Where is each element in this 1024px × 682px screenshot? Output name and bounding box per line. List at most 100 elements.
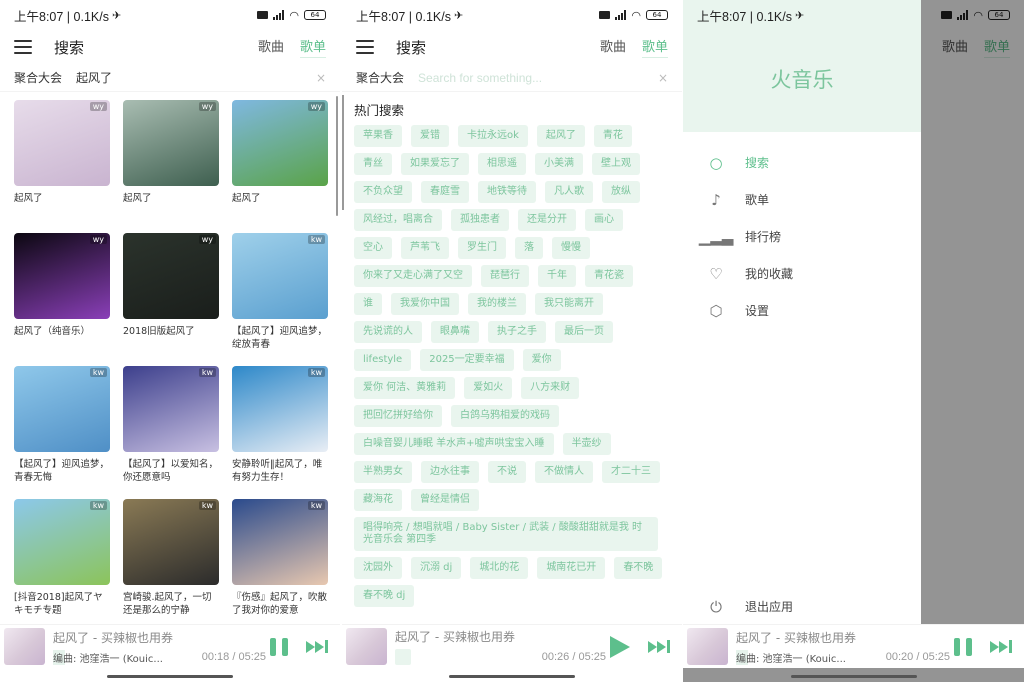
playlist-card[interactable]: wy 2018旧版起风了 [123,233,219,366]
hot-search-tag[interactable]: 2025一定要幸福 [420,349,514,371]
hot-search-tag[interactable]: 半熟男女 [354,461,412,483]
hot-search-tag[interactable]: 凡人歌 [545,181,593,203]
playlist-cover[interactable]: kw [232,499,328,585]
hot-search-tag[interactable]: 曾经是情侣 [411,489,479,511]
hot-search-tag[interactable]: 谁 [354,293,382,315]
playlist-cover[interactable]: wy [232,100,328,186]
playlist-card[interactable]: kw 【起风了】以爱知名，你还愿意吗 [123,366,219,499]
playlist-card[interactable]: kw 【起风了】迎风追梦，绽放青春 [232,233,328,366]
source-selector[interactable]: 聚合大会 [356,69,404,86]
hot-search-tag[interactable]: lifestyle [354,349,412,371]
clear-icon[interactable]: × [316,71,326,85]
hot-search-tag[interactable]: 如果爱忘了 [401,153,469,175]
hot-search-tag[interactable]: 不说 [488,461,526,483]
hot-search-tag[interactable]: 把回忆拼好给你 [354,405,442,427]
scrollbar[interactable] [342,95,344,210]
playlist-card[interactable]: wy 起风了 [123,100,219,233]
hot-search-tag[interactable]: 先说谎的人 [354,321,422,343]
hot-search-tag[interactable]: 城北的花 [470,557,529,579]
hot-search-tag[interactable]: 苹果香 [354,125,402,147]
playlist-card[interactable]: kw 宫崎骏.起风了，一切还是那么的宁静 [123,499,219,632]
scrollbar[interactable] [336,96,338,216]
tab-songs[interactable]: 歌曲 [600,36,626,58]
hot-search-tag[interactable]: 青花瓷 [585,265,633,287]
playlist-card[interactable]: kw 安静聆听‖起风了，唯有努力生存！ [232,366,328,499]
hot-search-tag[interactable]: 起风了 [536,125,585,147]
hot-search-tag[interactable]: 壁上观 [592,153,640,175]
drawer-item-exit[interactable]: ⏻ 退出应用 [683,588,793,625]
next-track-icon[interactable] [990,640,1012,653]
hot-search-tag[interactable]: 空心 [354,237,392,259]
hot-search-tag[interactable]: 沉溺 dj [411,557,462,579]
hot-search-tag[interactable]: 春不晚 dj [354,585,415,607]
hot-search-tag[interactable]: 我只能离开 [535,293,603,315]
hot-search-tag[interactable]: 春庭雪 [421,181,469,203]
hot-search-tag[interactable]: 才二十三 [602,461,660,483]
mini-player[interactable]: 起风了 - 买辣椒也用券 编曲: 池窪浩一 (Kouic... 00:18 / 0… [0,624,340,668]
hot-search-tag[interactable]: 琵琶行 [481,265,529,287]
hot-search-tag[interactable]: 千年 [538,265,576,287]
playlist-cover[interactable]: wy [123,233,219,319]
playlist-cover[interactable]: wy [123,100,219,186]
hot-search-tag[interactable]: 放纵 [602,181,640,203]
menu-icon[interactable] [356,40,374,54]
playlist-cover[interactable]: kw [14,366,110,452]
menu-icon[interactable] [14,40,32,54]
hot-search-tag[interactable]: 画心 [585,209,623,231]
playlist-card[interactable]: kw 【起风了】迎风追梦，青春无悔 [14,366,110,499]
playlist-card[interactable]: kw [抖音2018]起风了ヤキモチ专题 [14,499,110,632]
hot-search-tag[interactable]: 青花 [593,125,632,147]
hot-search-tag[interactable]: 眼鼻嘴 [431,321,479,343]
playlist-cover[interactable]: wy [14,100,110,186]
playlist-cover[interactable]: kw [14,499,110,585]
clear-icon[interactable]: × [658,71,668,85]
hot-search-tag[interactable]: 我的楼兰 [468,293,526,315]
hot-search-tag[interactable]: 不做情人 [535,461,593,483]
hot-search-tag[interactable]: 爱你 何洁、黄雅莉 [354,377,456,399]
search-input[interactable] [76,70,316,85]
search-input[interactable] [418,70,658,85]
hot-search-tag[interactable]: 地铁等待 [478,181,536,203]
hot-search-tag[interactable]: 卡拉永远ok [458,125,528,147]
hot-search-tag[interactable]: 八方来财 [521,377,580,399]
hot-search-tag[interactable]: 白鸽乌鸦相爱的戏码 [451,405,559,427]
playlist-card[interactable]: wy 起风了（纯音乐） [14,233,110,366]
drawer-item-search[interactable]: ○ 搜索 [683,144,921,181]
hot-search-tag[interactable]: 罗生门 [458,237,506,259]
playlist-cover[interactable]: kw [232,366,328,452]
drawer-item-settings[interactable]: ⬡ 设置 [683,292,921,329]
hot-search-tag[interactable]: 相思遥 [478,153,526,175]
hot-search-tag[interactable]: 我爱你中国 [391,293,459,315]
next-track-icon[interactable] [648,640,670,653]
drawer-item-playlist[interactable]: ♪ 歌单 [683,181,921,218]
hot-search-tag[interactable]: 藏海花 [354,489,402,511]
playlist-card[interactable]: wy 起风了 [232,100,328,233]
hot-search-tag[interactable]: 慢慢 [552,237,590,259]
pause-icon[interactable] [954,637,972,656]
hot-search-tag[interactable]: 你来了又走心满了又空 [354,265,472,287]
drawer-item-charts[interactable]: ▁▂▃ 排行榜 [683,218,921,255]
album-art[interactable] [346,628,387,665]
hot-search-tag[interactable]: 孤独患者 [451,209,509,231]
hot-search-tag[interactable]: 最后一页 [555,321,613,343]
album-art[interactable] [687,628,728,665]
hot-search-tag[interactable]: 芦苇飞 [401,237,449,259]
playlist-cover[interactable]: wy [14,233,110,319]
hot-search-tag[interactable]: 还是分开 [518,209,576,231]
hot-search-tag[interactable]: 城南花已开 [537,557,606,579]
album-art[interactable] [4,628,45,665]
hot-search-tag[interactable]: 边水往事 [421,461,479,483]
hot-search-tag[interactable]: 小美满 [535,153,583,175]
playlist-cover[interactable]: kw [123,499,219,585]
tab-playlists[interactable]: 歌单 [299,36,326,58]
tab-songs[interactable]: 歌曲 [258,36,284,58]
next-track-icon[interactable] [306,640,328,653]
hot-search-tag[interactable]: 沈园外 [354,557,402,579]
playlist-card[interactable]: wy 起风了 [14,100,110,233]
mini-player[interactable]: 起风了 - 买辣椒也用券 00:26 / 05:25 [342,624,682,668]
playlist-card[interactable]: kw 『伤感』起风了，吹散了我对你的爱意 [232,499,328,632]
hot-search-tag[interactable]: 春不晚 [614,557,663,579]
playlist-cover[interactable]: kw [232,233,328,319]
hot-search-tag[interactable]: 爱错 [411,125,449,147]
mini-player[interactable]: 起风了 - 买辣椒也用券 编曲: 池窪浩一 (Kouic... 00:20 / 0… [683,624,1024,668]
